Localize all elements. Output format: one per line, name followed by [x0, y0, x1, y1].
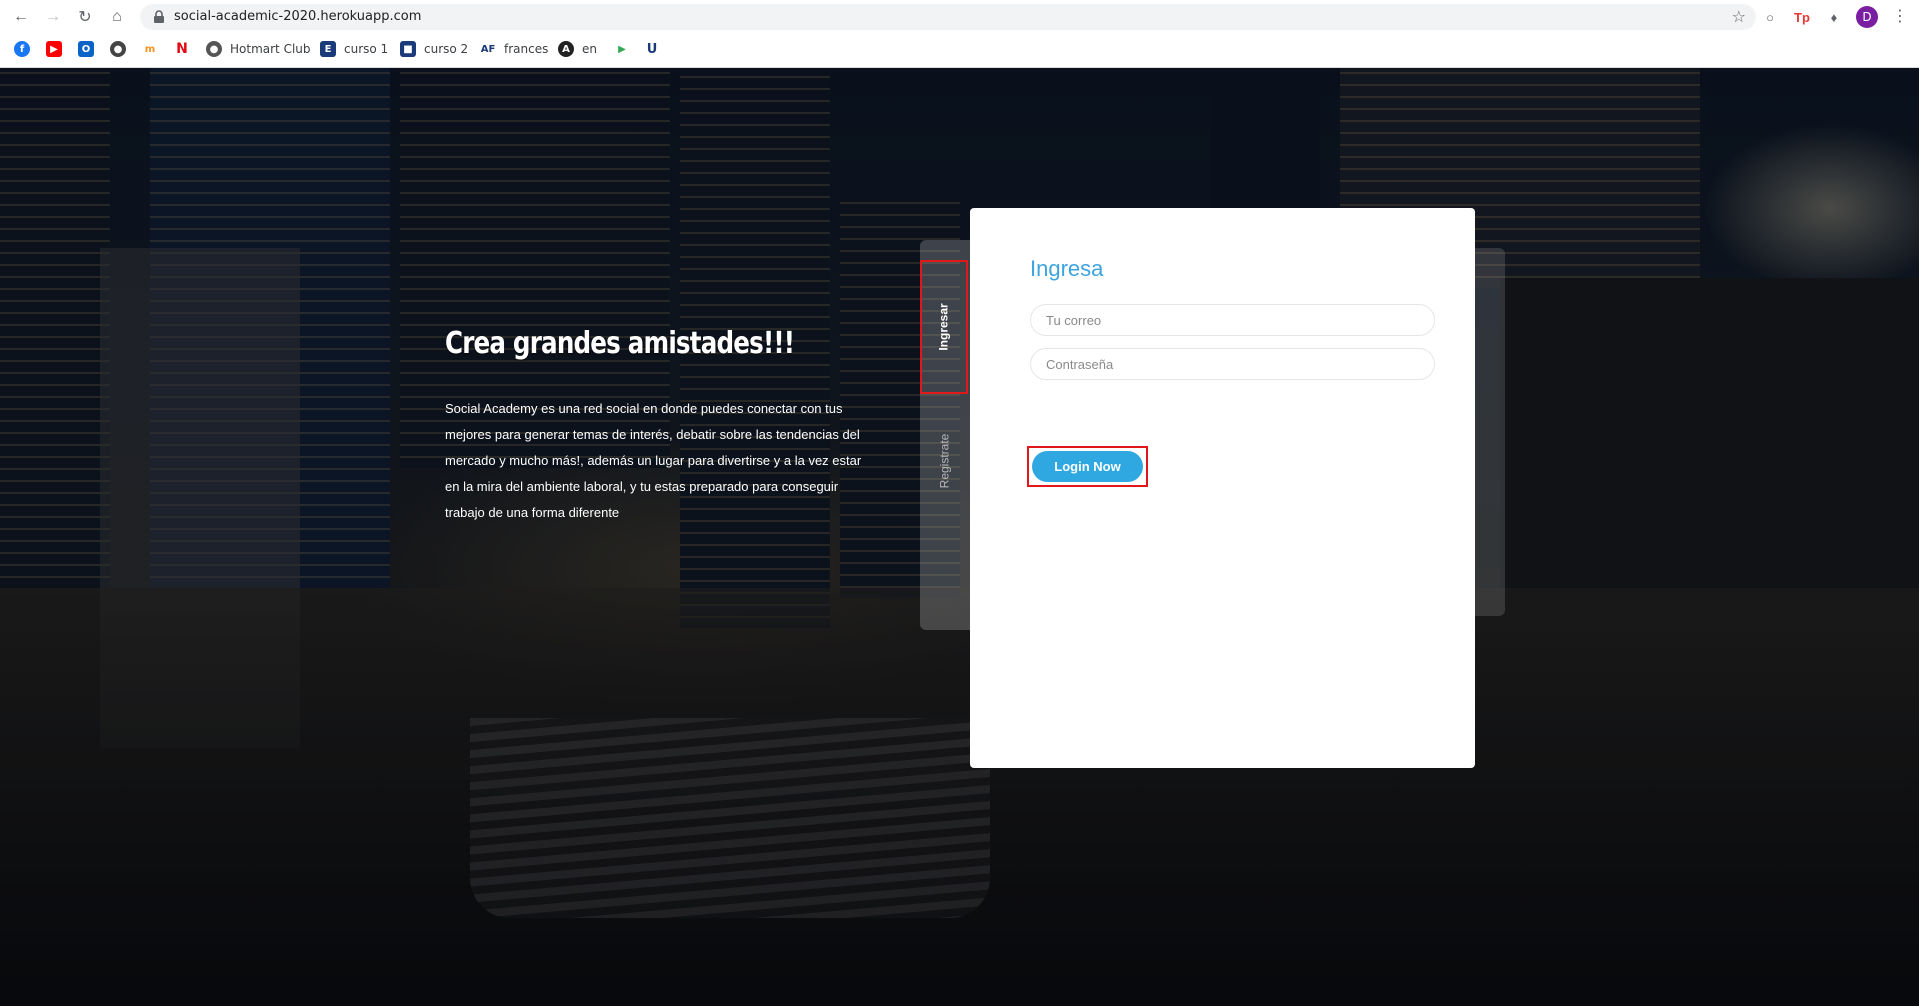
forward-icon[interactable]: → — [42, 6, 64, 28]
mn-icon: m — [142, 41, 158, 57]
login-page: Crea grandes amistades!!! Social Academy… — [0, 68, 1919, 1006]
tab-ingresar[interactable]: Ingresar — [920, 260, 968, 394]
home-icon[interactable]: ⌂ — [106, 6, 128, 28]
password-field[interactable] — [1030, 348, 1435, 380]
bookmarks-bar: f ▶ O ● m N ● Hotmart Club Ecurso 1 ■ curs… — [0, 38, 1919, 60]
bookmark-facebook[interactable]: f — [14, 38, 38, 60]
hero-title: Crea grandes amistades!!! — [445, 326, 795, 361]
bookmark-label: frances — [504, 42, 549, 56]
bookmark-mn[interactable]: m — [142, 38, 166, 60]
url-text: social-academic-2020.herokuapp.com — [174, 9, 422, 24]
circle-extension-icon[interactable]: ○ — [1760, 7, 1780, 27]
tp-extension-icon[interactable]: Tp — [1792, 7, 1812, 27]
card-shadow — [1470, 248, 1505, 616]
bookmark-label: en — [582, 42, 597, 56]
bookmark-globe[interactable]: ● — [110, 38, 134, 60]
bookmark-label: curso 2 — [424, 42, 469, 56]
bookmark-play[interactable]: ▶ — [614, 38, 638, 60]
profile-avatar[interactable]: D — [1856, 6, 1878, 28]
bookmark-curso-2[interactable]: ■ curso 2 — [400, 38, 468, 60]
a-icon: A — [558, 41, 574, 57]
bookmark-hotmart[interactable]: ● Hotmart Club — [206, 38, 311, 60]
back-icon[interactable]: ← — [10, 6, 32, 28]
bookmark-label: curso 1 — [344, 42, 389, 56]
bookmark-netflix[interactable]: N — [174, 38, 198, 60]
globe-icon: ● — [110, 41, 126, 57]
bookmark-label: Hotmart Club — [230, 42, 311, 56]
bookmark-u[interactable]: U — [644, 38, 668, 60]
login-title: Ingresa — [1030, 256, 1104, 281]
email-field[interactable] — [1030, 304, 1435, 336]
tab-registrate-label: Registrate — [937, 433, 952, 489]
af-icon: AF — [480, 41, 496, 57]
puzzle-extensions-icon[interactable]: ♦ — [1824, 7, 1844, 27]
play-icon: ▶ — [614, 41, 630, 57]
bookmark-curso-1[interactable]: Ecurso 1 — [320, 38, 388, 60]
login-button-highlight: Login Now — [1027, 446, 1148, 487]
facebook-icon: f — [14, 41, 30, 57]
hotmart-icon: ● — [206, 41, 222, 57]
address-bar[interactable]: social-academic-2020.herokuapp.com ☆ — [140, 4, 1756, 30]
bookmark-outlook[interactable]: O — [78, 38, 102, 60]
bookmark-frances[interactable]: AF frances — [480, 38, 548, 60]
youtube-icon: ▶ — [46, 41, 62, 57]
bookmark-star-icon[interactable]: ☆ — [1732, 7, 1746, 27]
kebab-menu-icon[interactable]: ⋮ — [1892, 6, 1908, 26]
login-button[interactable]: Login Now — [1032, 451, 1143, 482]
bookmark-en[interactable]: Aen — [558, 38, 597, 60]
curso2-icon: ■ — [400, 41, 416, 57]
browser-chrome: ← → ↻ ⌂ social-academic-2020.herokuapp.c… — [0, 0, 1919, 68]
hero-description: Social Academy es una red social en dond… — [445, 401, 862, 520]
login-card: Ingresa Login Now — [970, 208, 1475, 768]
lock-icon — [154, 10, 164, 23]
outlook-icon: O — [78, 41, 94, 57]
netflix-icon: N — [174, 41, 190, 57]
curso1-icon: E — [320, 41, 336, 57]
bookmark-youtube[interactable]: ▶ — [46, 38, 70, 60]
tab-ingresar-label: Ingresar — [937, 303, 952, 351]
tab-registrate[interactable]: Registrate — [920, 406, 968, 516]
u-icon: U — [644, 41, 660, 57]
reload-icon[interactable]: ↻ — [74, 6, 96, 28]
